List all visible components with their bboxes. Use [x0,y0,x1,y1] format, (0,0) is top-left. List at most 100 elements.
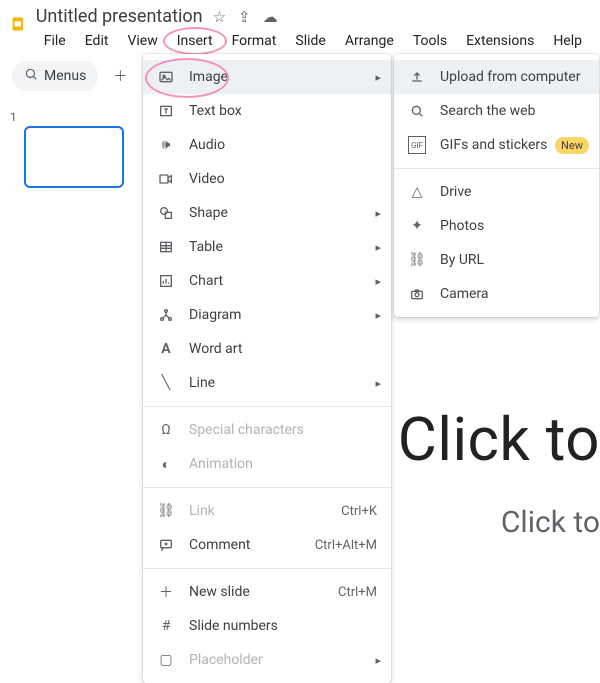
subtitle-placeholder[interactable]: Click to [398,505,600,540]
link-icon: ⛓ [157,502,175,520]
line-icon: ╲ [157,374,175,392]
drive-icon: △ [408,183,426,201]
insert-wordart-label: Word art [189,341,242,357]
image-drive-label: Drive [440,184,471,200]
insert-table[interactable]: Table▸ [143,230,391,264]
insert-slidenumbers-label: Slide numbers [189,618,278,634]
title-placeholder[interactable]: Click to [398,404,600,475]
menu-tools[interactable]: Tools [405,29,455,53]
image-gifs-label: GIFs and stickers [440,137,547,153]
insert-diagram[interactable]: Diagram▸ [143,298,391,332]
insert-comment[interactable]: Comment Ctrl+Alt+M [143,528,391,562]
insert-placeholder: ▢ Placeholder▸ [143,643,391,677]
insert-audio[interactable]: 🕪 Audio [143,128,391,162]
insert-link: ⛓ Link Ctrl+K [143,494,391,528]
table-icon [157,238,175,256]
insert-audio-label: Audio [189,137,225,153]
hash-icon: # [157,617,175,635]
menu-arrange[interactable]: Arrange [337,29,402,53]
insert-textbox[interactable]: Text box [143,94,391,128]
menu-extensions[interactable]: Extensions [458,29,542,53]
insert-diagram-label: Diagram [189,307,241,323]
slide-thumbnail[interactable] [24,126,124,188]
insert-shape-label: Shape [189,205,228,221]
slides-logo [10,6,26,42]
image-byurl-label: By URL [440,252,484,268]
new-badge: New [555,137,589,154]
image-submenu: Upload from computer Search the web GIF … [394,54,599,317]
wordart-icon: A [157,340,175,358]
move-icon[interactable]: ⇪ [238,8,251,26]
insert-shape[interactable]: Shape▸ [143,196,391,230]
insert-chart-label: Chart [189,273,223,289]
insert-newslide-label: New slide [189,584,250,600]
url-icon: ⛓ [408,251,426,269]
chart-icon [157,272,175,290]
cloud-status-icon[interactable]: ☁ [263,8,278,26]
camera-icon [408,285,426,303]
menu-format[interactable]: Format [224,29,285,53]
insert-chart[interactable]: Chart▸ [143,264,391,298]
shape-icon [157,204,175,222]
insert-image[interactable]: Image▸ [143,60,391,94]
video-icon [157,170,175,188]
slide-canvas[interactable]: Click to Click to [398,404,600,560]
insert-menu: Image▸ Text box 🕪 Audio Video Shape▸ Tab… [143,54,391,683]
insert-textbox-label: Text box [189,103,242,119]
insert-line-label: Line [189,375,215,391]
menus-chip[interactable]: Menus [12,61,98,91]
menu-bar: File Edit View Insert Format Slide Arran… [36,29,590,53]
image-icon [157,68,175,86]
image-camera[interactable]: Camera [394,277,599,311]
insert-comment-label: Comment [189,537,250,553]
insert-link-shortcut: Ctrl+K [341,504,377,519]
menu-insert[interactable]: Insert [169,29,221,53]
new-slide-button[interactable]: ＋ [106,62,134,90]
audio-icon: 🕪 [157,136,175,154]
insert-table-label: Table [189,239,223,255]
upload-icon [408,68,426,86]
insert-slide-numbers[interactable]: # Slide numbers [143,609,391,643]
image-search-label: Search the web [440,103,535,119]
special-chars-icon: Ω [157,421,175,439]
menus-chip-label: Menus [44,68,86,84]
textbox-icon [157,102,175,120]
insert-newslide-shortcut: Ctrl+M [338,585,377,600]
insert-animation-label: Animation [189,456,253,472]
insert-comment-shortcut: Ctrl+Alt+M [315,538,377,553]
menu-file[interactable]: File [36,29,74,53]
insert-image-label: Image [189,69,228,85]
image-photos-label: Photos [440,218,484,234]
image-drive[interactable]: △ Drive [394,175,599,209]
image-gifs[interactable]: GIF GIFs and stickers New [394,128,599,162]
insert-line[interactable]: ╲ Line▸ [143,366,391,400]
slide-number: 1 [10,110,122,124]
image-photos[interactable]: ✦ Photos [394,209,599,243]
image-camera-label: Camera [440,286,489,302]
image-by-url[interactable]: ⛓ By URL [394,243,599,277]
doc-title[interactable]: Untitled presentation [36,6,203,27]
menu-view[interactable]: View [119,29,165,53]
insert-link-label: Link [189,503,215,519]
insert-video[interactable]: Video [143,162,391,196]
plus-icon: ＋ [157,583,175,601]
search-icon [24,67,38,85]
insert-special-chars: Ω Special characters [143,413,391,447]
star-icon[interactable]: ☆ [213,8,226,26]
diagram-icon [157,306,175,324]
animation-icon: ◐ [157,455,175,473]
insert-placeholder-label: Placeholder [189,652,263,668]
menu-help[interactable]: Help [545,29,590,53]
image-upload-label: Upload from computer [440,69,580,85]
photos-icon: ✦ [408,217,426,235]
image-search-web[interactable]: Search the web [394,94,599,128]
menu-slide[interactable]: Slide [287,29,333,53]
image-upload[interactable]: Upload from computer [394,60,599,94]
menu-edit[interactable]: Edit [77,29,117,53]
insert-animation: ◐ Animation [143,447,391,481]
insert-wordart[interactable]: A Word art [143,332,391,366]
search-icon [408,102,426,120]
insert-new-slide[interactable]: ＋ New slide Ctrl+M [143,575,391,609]
insert-video-label: Video [189,171,225,187]
insert-special-label: Special characters [189,422,304,438]
